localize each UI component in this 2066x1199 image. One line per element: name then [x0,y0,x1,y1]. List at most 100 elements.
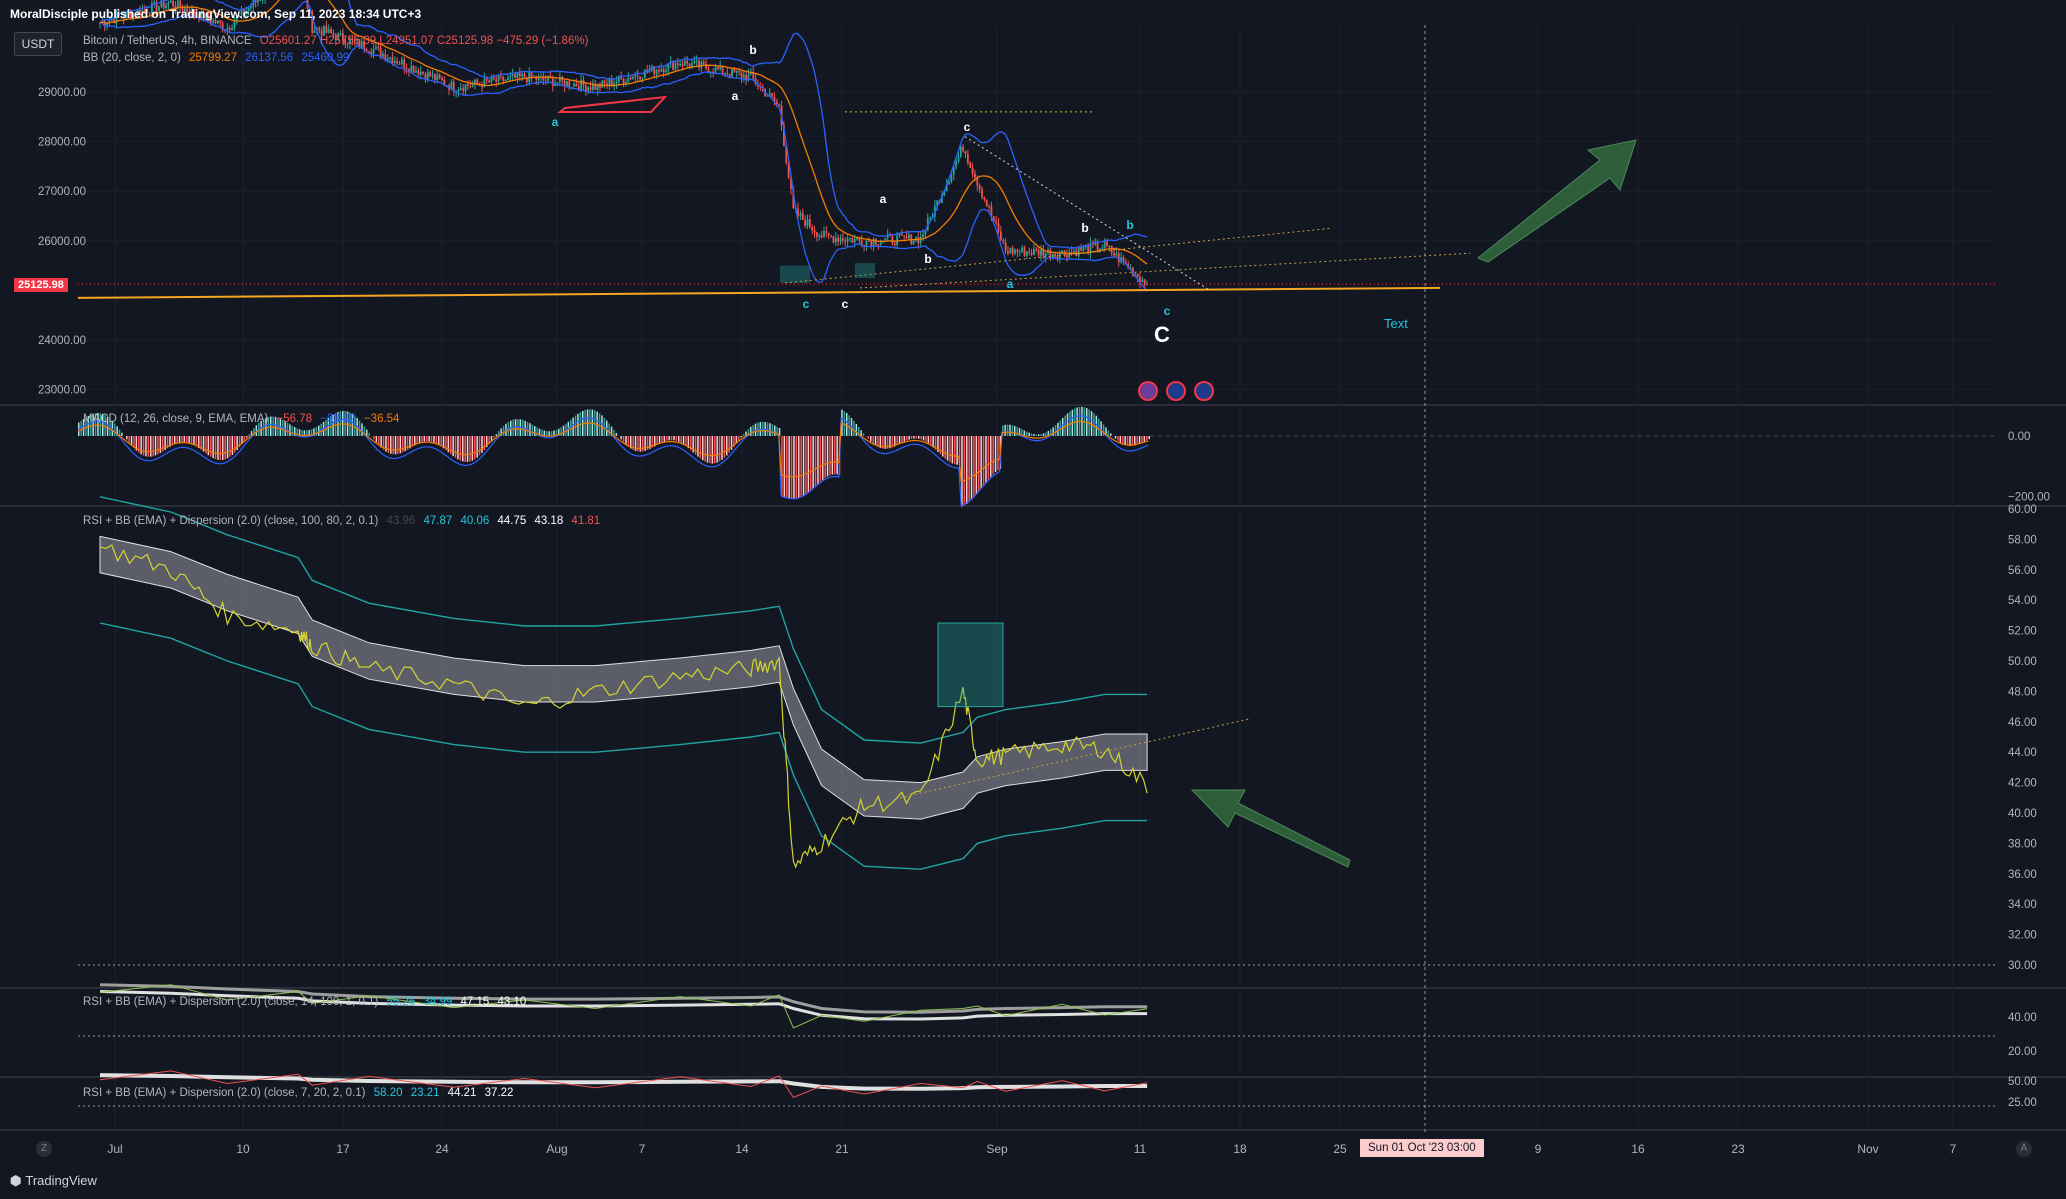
macd-bar [678,436,680,442]
currency-button[interactable]: USDT [14,32,62,56]
bb-label[interactable]: BB (20, close, 2, 0) [83,52,181,64]
rsi2-label[interactable]: RSI + BB (EMA) + Dispersion (2.0) (close… [83,996,378,1008]
macd-bar [514,419,517,436]
macd-bar [709,436,711,464]
candle-body [636,75,639,77]
candle-body [811,227,814,231]
candle-body [1115,253,1118,256]
macd-bar [694,436,697,455]
macd-bar [601,415,603,436]
candle-body [386,58,389,60]
candle-body [573,83,575,88]
candle-body [985,199,988,207]
macd-bar [1042,433,1045,436]
macd-bar [920,436,922,440]
macd-bar [994,436,997,473]
macd-bar [987,436,990,480]
symbol-label[interactable]: Bitcoin / TetherUS, 4h, BINANCE [83,35,252,47]
macd-bar [315,427,318,436]
rsi3-label[interactable]: RSI + BB (EMA) + Dispersion (2.0) (close… [83,1087,366,1099]
candle-body [504,79,507,82]
wave-label: c [964,120,971,134]
macd-bar [704,436,706,462]
candle-body [629,77,632,80]
candle-body [983,197,986,200]
candle-body [1028,251,1031,253]
candle-body [1058,253,1061,259]
rsi1-label[interactable]: RSI + BB (EMA) + Dispersion (2.0) (close… [83,515,378,527]
candle-body [681,63,684,66]
candle-body [1030,252,1033,255]
macd-bar [476,436,478,458]
wave-label: b [1081,221,1088,235]
macd-bar [459,436,462,461]
macd-bar [925,436,927,442]
macd-bar [1148,436,1150,440]
candle-body [867,240,870,242]
macd-bar [867,436,870,439]
macd-bar [795,436,798,499]
macd-bar [1006,424,1009,436]
bb-upper-value: 26137.56 [245,52,294,64]
candle-body [641,78,644,80]
macd-label[interactable]: MACD (12, 26, close, 9, EMA, EMA) [83,413,268,425]
macd-bar [622,436,625,443]
macd-bar [397,436,399,454]
rsi2-value-3: 47.15 [460,996,490,1008]
chart-canvas[interactable]: Jul 10 17 24 Aug 7 14 21 Sep 11 18 25 9 16 23 Nov 7 29000… [0,0,2066,1199]
candle-body [813,230,816,233]
candle-body [1016,249,1019,252]
macd-bar [178,436,181,443]
candle-body [516,72,519,78]
auto-scale-button[interactable]: A [2016,1141,2032,1157]
candle-body [823,230,825,238]
macd-bar [608,423,610,436]
macd-bar [435,436,438,444]
rsi2-value-1: 55.26 [386,996,416,1008]
candle-body [877,244,880,246]
candle-body [891,235,894,244]
candle-body [903,235,906,237]
macd-bar [793,436,795,500]
candle-body [426,72,429,80]
candle-body [731,68,733,77]
wave-label: c [842,297,849,311]
candle-body [995,221,998,224]
candle-body [806,219,809,226]
macd-bar [1117,436,1119,441]
macd-bar [246,436,248,438]
candle-body [568,81,571,88]
x-tick-label: Aug [546,1142,567,1156]
candle-body [1108,245,1111,247]
macd-bar [997,436,999,471]
macd-bar [620,436,622,440]
macd-bar [114,423,116,436]
wave-label: b [924,252,931,266]
candle-body [424,73,427,80]
zoom-reset-button[interactable]: Z [36,1141,52,1157]
wedge-dotted-line [964,136,1211,291]
macd-bar [718,436,721,462]
candle-body [820,235,823,238]
candle-body [490,77,493,83]
candle-body [896,235,899,245]
macd-bar [834,436,836,475]
rsi-tick-label: 36.00 [2008,869,2037,881]
price-tick-label: 23000.00 [38,385,86,397]
candle-body [325,26,328,33]
price-tick-label: 27000.00 [38,186,86,198]
macd-bar [961,436,963,507]
wave-label: b [749,43,756,57]
wave-label: a [880,192,887,206]
macd-bar [721,436,723,460]
candle-body [396,61,399,64]
macd-bar [248,434,250,436]
macd-bar [824,436,826,478]
candle-body [469,85,472,87]
rsi2-legend: RSI + BB (EMA) + Dispersion (2.0) (close… [83,996,531,1008]
macd-bar [181,436,183,442]
macd-bar [946,436,949,461]
macd-bar [910,436,913,439]
macd-bar [457,436,459,460]
candle-body [778,104,781,106]
